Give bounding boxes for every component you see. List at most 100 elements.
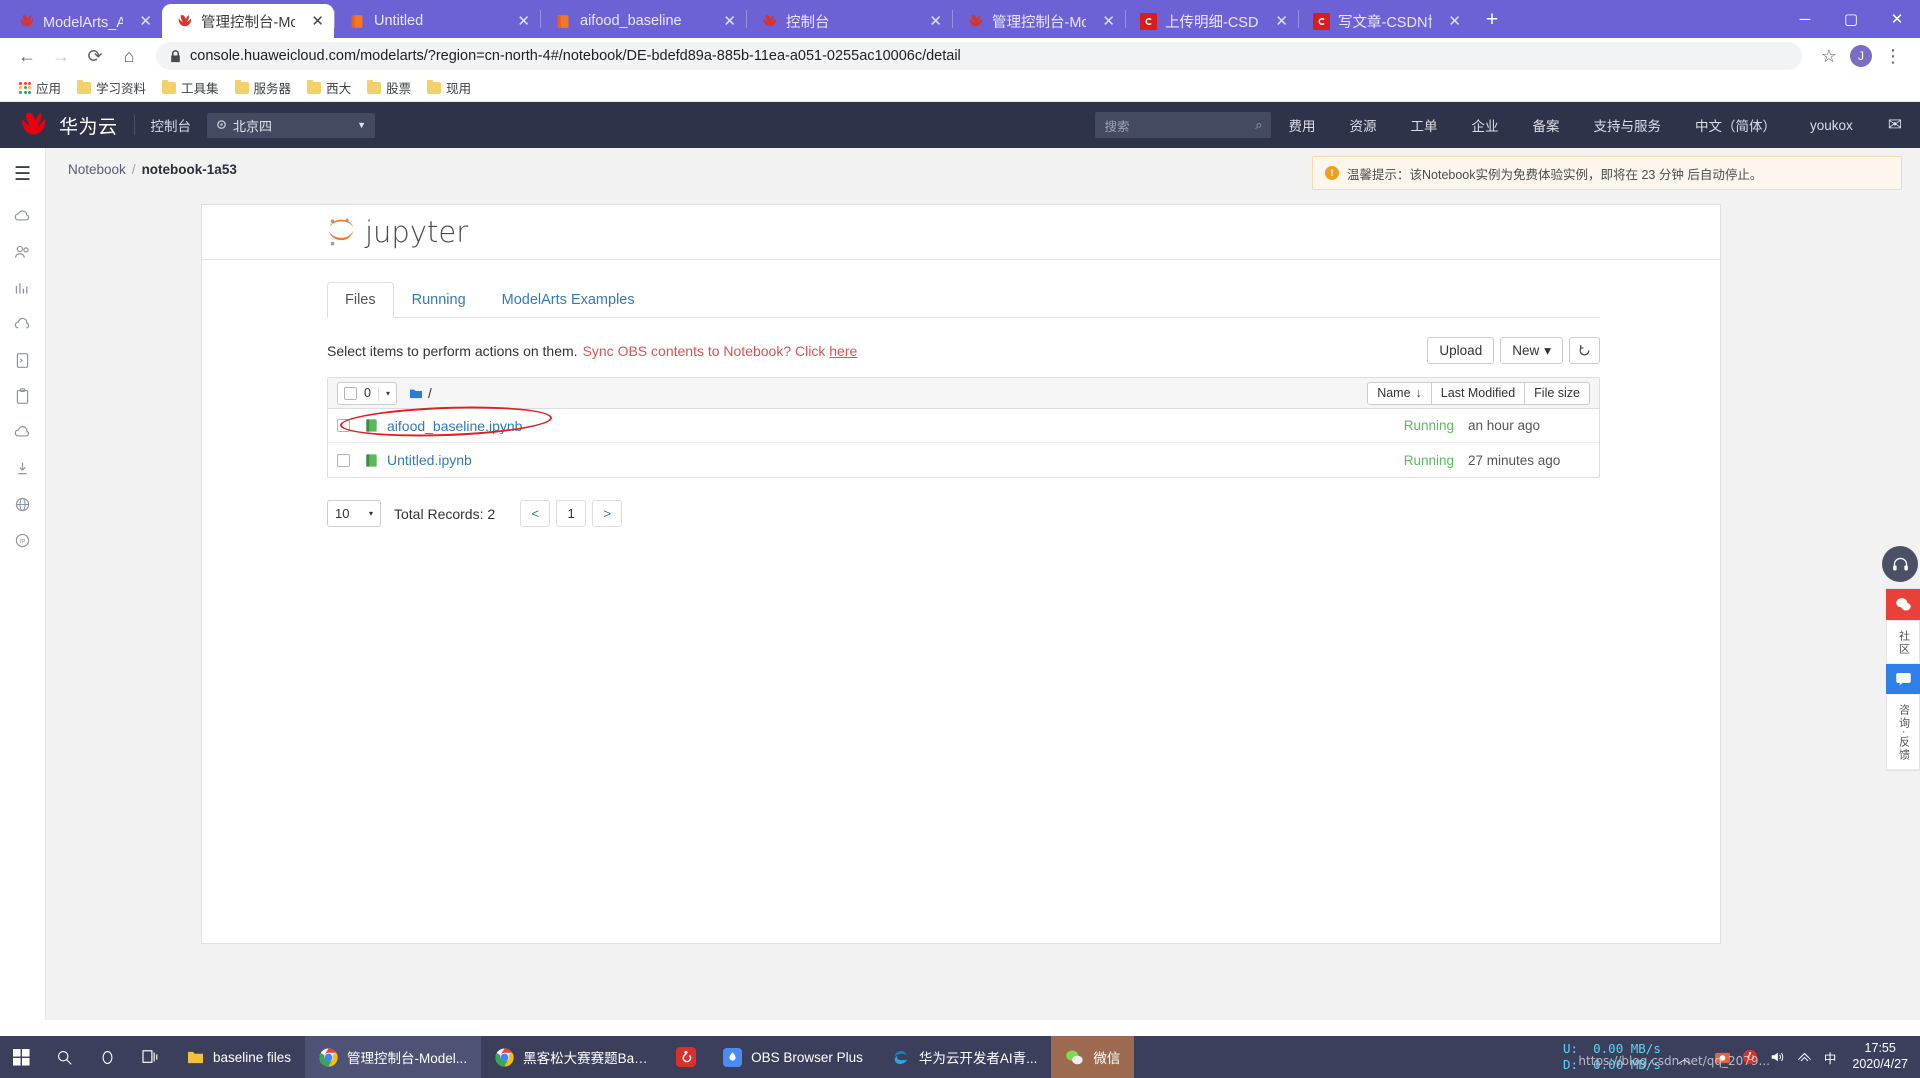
support-headset-button[interactable]	[1882, 546, 1918, 582]
header-nav-fee[interactable]: 费用	[1271, 115, 1332, 135]
sidebar-item-terminal[interactable]	[0, 342, 46, 378]
header-nav-enterprise[interactable]: 企业	[1454, 115, 1515, 135]
sidebar-item-download[interactable]	[0, 450, 46, 486]
tab-close-icon[interactable]: ✕	[1098, 14, 1119, 29]
forward-button[interactable]: →	[46, 41, 76, 71]
home-button[interactable]: ⌂	[114, 41, 144, 71]
sync-obs-link[interactable]: here	[829, 343, 857, 359]
header-nav-icp[interactable]: 备案	[1515, 115, 1576, 135]
next-page-button[interactable]: >	[592, 500, 623, 527]
sort-by-size-button[interactable]: File size	[1525, 381, 1590, 405]
taskbar-item-obs-browser[interactable]: OBS Browser Plus	[709, 1036, 877, 1078]
browser-tab[interactable]: 上传明细-CSDN博客 ✕	[1126, 4, 1298, 38]
header-nav-ticket[interactable]: 工单	[1393, 115, 1454, 135]
tab-close-icon[interactable]: ✕	[135, 14, 156, 29]
sidebar-item-chart[interactable]	[0, 270, 46, 306]
sidebar-item-cloud[interactable]	[0, 198, 46, 234]
sidebar-item-clipboard[interactable]	[0, 378, 46, 414]
breadcrumb-root[interactable]: Notebook	[68, 162, 126, 177]
community-widget[interactable]: 社区	[1886, 621, 1920, 664]
browser-tab[interactable]: 管理控制台-ModelArts ✕	[953, 4, 1125, 38]
taskbar-item-hackathon[interactable]: 黑客松大赛赛题Bas...	[481, 1036, 663, 1078]
sidebar-item-globe[interactable]	[0, 486, 46, 522]
window-close-button[interactable]: ✕	[1874, 0, 1920, 38]
network-icon[interactable]	[1796, 1050, 1813, 1064]
region-selector[interactable]: 北京四 ▼	[207, 112, 376, 138]
taskbar-item-modelarts-console[interactable]: 管理控制台-Model...	[305, 1036, 482, 1078]
tab-close-icon[interactable]: ✕	[307, 14, 328, 29]
chat-widget-button[interactable]	[1886, 664, 1920, 695]
start-button[interactable]	[0, 1036, 43, 1078]
new-tab-button[interactable]: +	[1477, 5, 1507, 35]
bookmark-item[interactable]: 西大	[300, 76, 358, 99]
window-minimize-button[interactable]: ─	[1782, 0, 1828, 38]
tab-close-icon[interactable]: ✕	[1444, 14, 1465, 29]
wechat-widget-button[interactable]	[1886, 589, 1920, 621]
reload-button[interactable]: ⟳	[80, 41, 110, 71]
taskbar-item-huawei-dev[interactable]: 华为云开发者AI青...	[877, 1036, 1052, 1078]
task-view-button[interactable]	[129, 1036, 173, 1078]
tab-files[interactable]: Files	[327, 282, 394, 318]
cortana-button[interactable]	[86, 1036, 129, 1078]
header-nav-language[interactable]: 中文（简体）	[1678, 115, 1793, 135]
row-checkbox[interactable]	[337, 453, 350, 467]
taskbar-item-baseline-files[interactable]: baseline files	[173, 1036, 305, 1078]
sort-by-modified-button[interactable]: Last Modified	[1431, 381, 1526, 405]
browser-tab[interactable]: 写文章-CSDN博客 ✕	[1299, 4, 1471, 38]
row-checkbox[interactable]	[337, 419, 350, 432]
refresh-button[interactable]	[1569, 337, 1600, 364]
tab-close-icon[interactable]: ✕	[513, 14, 534, 29]
bookmark-apps[interactable]: 应用	[12, 76, 68, 99]
browser-tab[interactable]: Untitled ✕	[335, 4, 540, 38]
address-bar[interactable]: console.huaweicloud.com/modelarts/?regio…	[156, 42, 1802, 70]
file-name-link[interactable]: aifood_baseline.ipynb	[387, 418, 522, 434]
page-1-button[interactable]: 1	[556, 500, 587, 527]
taskbar-item-wechat[interactable]: 微信	[1051, 1036, 1135, 1078]
back-button[interactable]: ←	[12, 41, 42, 71]
upload-button[interactable]: Upload	[1427, 337, 1495, 364]
bookmark-item[interactable]: 服务器	[228, 76, 299, 99]
header-nav-support[interactable]: 支持与服务	[1576, 115, 1678, 135]
prev-page-button[interactable]: <	[520, 500, 551, 527]
tab-running[interactable]: Running	[394, 282, 484, 318]
select-all-control[interactable]: 0 ▾	[337, 381, 397, 405]
taskbar-clock[interactable]: 17:55 2020/4/27	[1846, 1041, 1920, 1072]
tab-close-icon[interactable]: ✕	[719, 14, 740, 29]
sort-by-name-button[interactable]: Name ↓	[1367, 381, 1432, 405]
feedback-widget[interactable]: 咨询·反馈	[1886, 695, 1920, 770]
header-nav-resource[interactable]: 资源	[1332, 115, 1393, 135]
browser-tab[interactable]: ModelArts_AI开发平台 ✕	[4, 4, 162, 38]
browser-menu-icon[interactable]: ⋮	[1878, 41, 1908, 71]
sidebar-item-cloud-upload[interactable]	[0, 306, 46, 342]
volume-icon[interactable]	[1769, 1050, 1785, 1064]
tab-close-icon[interactable]: ✕	[1271, 14, 1292, 29]
console-link[interactable]: 控制台	[151, 115, 192, 135]
table-row[interactable]: aifood_baseline.ipynb Running an hour ag…	[328, 403, 1599, 443]
bookmark-star-icon[interactable]: ☆	[1814, 41, 1844, 71]
browser-tab[interactable]: aifood_baseline ✕	[541, 4, 746, 38]
bookmark-item[interactable]: 学习资料	[70, 76, 153, 99]
header-search[interactable]: 搜索 ⌕	[1095, 112, 1272, 138]
new-button[interactable]: New ▾	[1500, 337, 1563, 364]
select-all-checkbox[interactable]	[344, 386, 357, 400]
sidebar-item-ip[interactable]: IP	[0, 522, 46, 558]
sidebar-item-cloud-small[interactable]	[0, 414, 46, 450]
page-size-select[interactable]: 10 ▾	[327, 500, 381, 527]
profile-avatar[interactable]: J	[1846, 41, 1876, 71]
file-name-link[interactable]: Untitled.ipynb	[387, 452, 472, 468]
chevron-down-icon[interactable]: ▾	[386, 389, 390, 398]
taskbar-item-netease-music[interactable]	[663, 1036, 709, 1078]
search-icon[interactable]: ⌕	[1255, 117, 1262, 133]
ime-icon[interactable]: 中	[1824, 1048, 1837, 1067]
tab-modelarts-examples[interactable]: ModelArts Examples	[484, 282, 653, 318]
bookmark-item[interactable]: 现用	[420, 76, 478, 99]
window-maximize-button[interactable]: ▢	[1828, 0, 1874, 38]
table-row[interactable]: Untitled.ipynb Running 27 minutes ago	[328, 443, 1599, 477]
browser-tab-active[interactable]: 管理控制台-ModelArts ✕	[162, 4, 334, 38]
tab-close-icon[interactable]: ✕	[925, 14, 946, 29]
bookmark-item[interactable]: 股票	[360, 76, 418, 99]
bookmark-item[interactable]: 工具集	[155, 76, 226, 99]
header-nav-account[interactable]: youkox	[1793, 118, 1870, 133]
browser-tab[interactable]: 控制台 ✕	[747, 4, 952, 38]
taskbar-search-button[interactable]	[43, 1036, 86, 1078]
